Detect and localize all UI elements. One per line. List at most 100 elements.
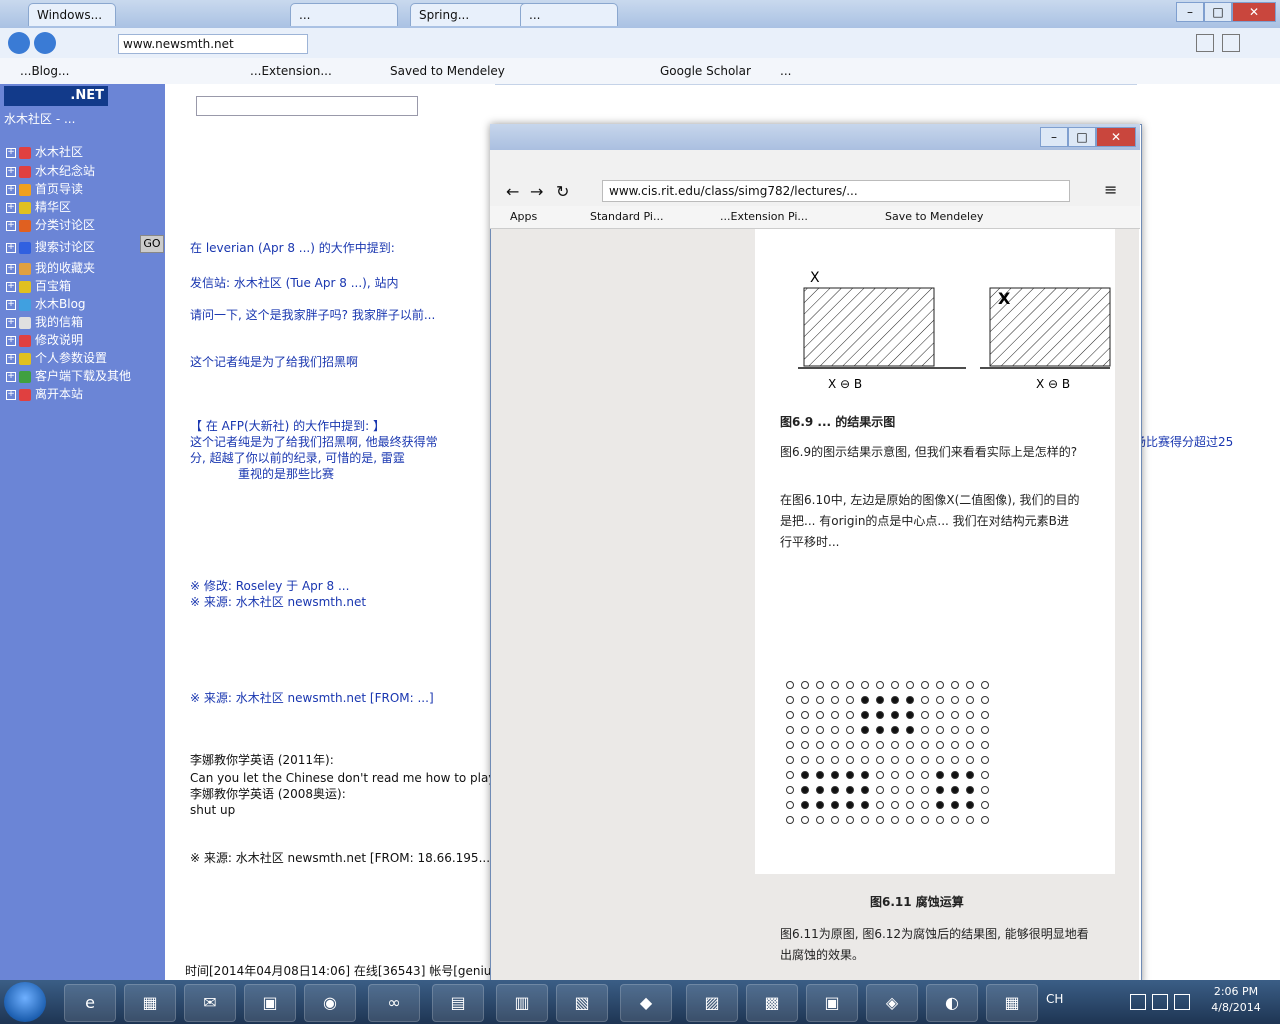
bbs-content <box>165 84 495 980</box>
search-go-button[interactable]: GO <box>140 235 164 253</box>
sidebar-item[interactable]: + 精华区 <box>6 198 71 216</box>
site-logo[interactable]: .NET <box>4 86 108 106</box>
grid-dot <box>876 726 884 734</box>
expand-icon[interactable]: + <box>6 220 16 231</box>
chrome-close-button[interactable]: ✕ <box>1096 127 1136 147</box>
expand-icon[interactable]: + <box>6 281 16 292</box>
close-button[interactable]: ✕ <box>1232 2 1276 22</box>
expand-icon[interactable]: + <box>6 353 16 364</box>
ie-tab-1[interactable]: Windows... <box>28 3 116 26</box>
expand-icon[interactable]: + <box>6 317 16 328</box>
home-icon[interactable] <box>1196 34 1214 52</box>
expand-icon[interactable]: + <box>6 371 16 382</box>
sidebar-item[interactable]: + 首页导读 <box>6 180 83 198</box>
app-taskbar-icon[interactable]: ▦ <box>986 984 1038 1022</box>
signature-line: shut up <box>190 803 236 817</box>
grid-dot <box>891 801 899 809</box>
expand-icon[interactable]: + <box>6 263 16 274</box>
fav-item[interactable]: ... <box>780 62 791 80</box>
start-button[interactable] <box>4 982 46 1022</box>
ie-taskbar-icon[interactable]: e <box>64 984 116 1022</box>
sidebar-item[interactable]: + 我的收藏夹 <box>6 259 95 277</box>
ie-title-bar <box>0 0 1280 29</box>
expand-icon[interactable]: + <box>6 299 16 310</box>
sidebar-item[interactable]: + 搜索讨论区 <box>6 238 95 256</box>
svg-text:X ⊖ B: X ⊖ B <box>1036 377 1070 390</box>
bookmark-item[interactable]: ...Extension Pi... <box>720 209 808 225</box>
explorer-taskbar-icon[interactable]: ▦ <box>124 984 176 1022</box>
reload-icon[interactable]: ↻ <box>556 182 569 201</box>
fav-item[interactable]: ...Extension... <box>250 62 332 80</box>
app-taskbar-icon[interactable]: ▧ <box>556 984 608 1022</box>
sidebar-item[interactable]: + 水木Blog <box>6 295 86 313</box>
grid-dot <box>816 681 824 689</box>
minimize-button[interactable]: – <box>1176 2 1204 22</box>
app-taskbar-icon[interactable]: ▩ <box>746 984 798 1022</box>
bookmark-item[interactable]: Save to Mendeley <box>885 209 983 225</box>
grid-dot <box>846 816 854 824</box>
back-arrow-icon[interactable]: ← <box>506 182 519 201</box>
folder-icon <box>19 241 31 254</box>
sidebar-item[interactable]: + 修改说明 <box>6 331 83 349</box>
taskbar-clock[interactable]: 2:06 PM 4/8/2014 <box>1196 984 1276 1016</box>
grid-dot <box>861 816 869 824</box>
bookmark-item[interactable]: Standard Pi... <box>590 209 663 225</box>
grid-dot <box>921 801 929 809</box>
expand-icon[interactable]: + <box>6 166 16 177</box>
expand-icon[interactable]: + <box>6 389 16 400</box>
sidebar-item[interactable]: + 个人参数设置 <box>6 349 107 367</box>
app-taskbar-icon[interactable]: ◈ <box>866 984 918 1022</box>
fav-item[interactable]: Saved to Mendeley <box>390 62 505 80</box>
app-taskbar-icon[interactable]: ▥ <box>496 984 548 1022</box>
home-link[interactable]: 水木社区 - ... <box>4 110 75 127</box>
expand-icon[interactable]: + <box>6 184 16 195</box>
chrome-minimize-button[interactable]: – <box>1040 127 1068 147</box>
pixel-grid-figure <box>786 681 989 824</box>
language-indicator[interactable]: CH <box>1046 992 1063 1006</box>
ie-tab-3[interactable]: Spring... <box>410 3 538 26</box>
maximize-button[interactable]: □ <box>1204 2 1232 22</box>
menu-icon[interactable]: ≡ <box>1104 180 1117 199</box>
network-icon[interactable] <box>1152 994 1168 1010</box>
fav-item[interactable]: Google Scholar <box>660 62 751 80</box>
ie-url-input[interactable]: www.newsmth.net <box>118 34 308 54</box>
settings-icon[interactable] <box>1222 34 1240 52</box>
back-icon[interactable] <box>8 32 30 54</box>
forward-arrow-icon[interactable]: → <box>530 182 543 201</box>
grid-dot <box>906 816 914 824</box>
sidebar-item[interactable]: + 离开本站 <box>6 385 83 403</box>
app-taskbar-icon[interactable]: ▨ <box>686 984 738 1022</box>
expand-icon[interactable]: + <box>6 147 16 158</box>
ie-tab-4[interactable]: ... <box>520 3 618 26</box>
terminal-taskbar-icon[interactable]: ▣ <box>244 984 296 1022</box>
fav-item[interactable]: ...Blog... <box>20 62 69 80</box>
sidebar-item[interactable]: + 我的信箱 <box>6 313 83 331</box>
post-text: 这个记者纯是为了给我们招黑啊 <box>190 355 359 369</box>
expand-icon[interactable]: + <box>6 202 16 213</box>
chrome-url-input[interactable]: www.cis.rit.edu/class/simg782/lectures/.… <box>602 180 1070 202</box>
sidebar-item[interactable]: + 水木纪念站 <box>6 162 95 180</box>
sidebar-item[interactable]: + 分类讨论区 <box>6 216 95 234</box>
expand-icon[interactable]: + <box>6 242 16 253</box>
sidebar-item[interactable]: + 客户端下载及其他 <box>6 367 131 385</box>
bookmark-apps[interactable]: Apps <box>510 209 537 225</box>
folder-icon <box>19 219 31 232</box>
chrome-taskbar-icon[interactable]: ◉ <box>304 984 356 1022</box>
app-taskbar-icon[interactable]: ◐ <box>926 984 978 1022</box>
sidebar-item[interactable]: + 百宝箱 <box>6 277 71 295</box>
app-taskbar-icon[interactable]: ◆ <box>620 984 672 1022</box>
grid-dot <box>891 681 899 689</box>
ie-tab-2[interactable]: ... <box>290 3 398 26</box>
grid-dot <box>936 771 944 779</box>
outlook-taskbar-icon[interactable]: ✉ <box>184 984 236 1022</box>
chrome-maximize-button[interactable]: □ <box>1068 127 1096 147</box>
sidebar-item[interactable]: + 水木社区 <box>6 143 83 161</box>
tray-icon[interactable] <box>1130 994 1146 1010</box>
grid-dot <box>846 771 854 779</box>
volume-icon[interactable] <box>1174 994 1190 1010</box>
expand-icon[interactable]: + <box>6 335 16 346</box>
vs-taskbar-icon[interactable]: ∞ <box>368 984 420 1022</box>
forward-icon[interactable] <box>34 32 56 54</box>
app-taskbar-icon[interactable]: ▤ <box>432 984 484 1022</box>
app-taskbar-icon[interactable]: ▣ <box>806 984 858 1022</box>
